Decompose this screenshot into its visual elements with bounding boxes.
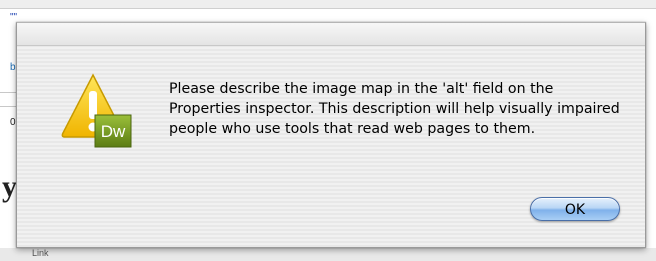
alert-titlebar [17,23,645,46]
dreamweaver-warning-icon: Dw [61,73,132,148]
background-text-fragment: Link [32,248,49,258]
background-text-fragment: 0 [10,117,16,128]
background-toolbar [0,0,656,9]
background-divider [0,106,16,107]
dw-badge-text: Dw [101,122,126,141]
background-heading-fragment: y [2,170,17,203]
background-divider [0,92,16,93]
background-text-fragment: b [10,62,16,73]
screen: "" b 0 y Link Dw Please describe the ima… [0,0,656,261]
warning-icon: Dw [61,73,141,153]
background-properties-bar [0,248,656,261]
alert-message: Please describe the image map in the 'al… [169,81,620,137]
ok-button[interactable]: OK [530,197,620,221]
alert-dialog: Dw Please describe the image map in the … [16,22,646,248]
